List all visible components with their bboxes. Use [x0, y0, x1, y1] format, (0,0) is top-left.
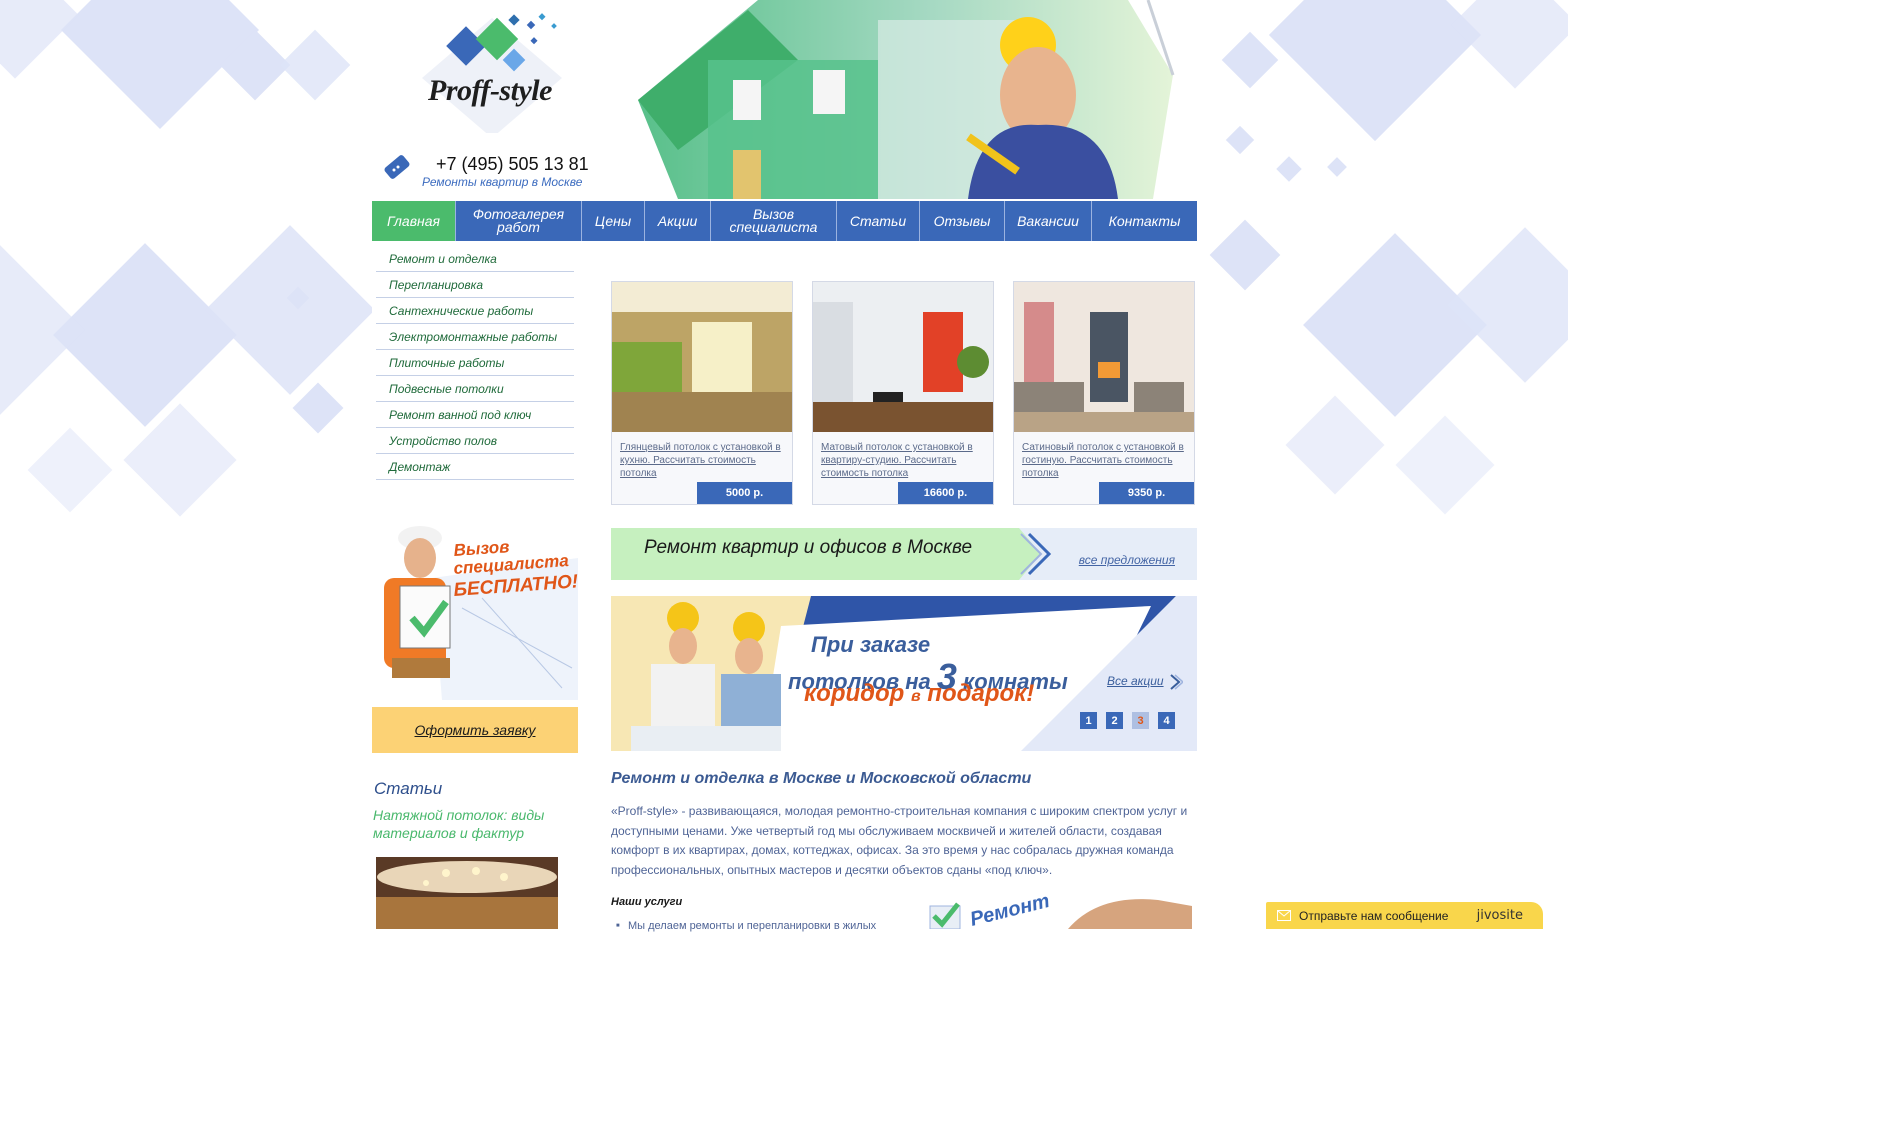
nav-item-articles[interactable]: Статьи: [837, 201, 920, 241]
service-list-item: Мы делаем ремонты и перепланировки в жил…: [616, 920, 876, 932]
product-card[interactable]: Матовый потолок с установкой в квартиру-…: [812, 281, 994, 505]
repair-label: Ремонт: [968, 892, 1052, 929]
card-image-studio: [813, 282, 993, 432]
specialist-promo[interactable]: Вызов специалиста БЕСПЛАТНО!: [372, 518, 578, 700]
product-card[interactable]: Глянцевый потолок с установкой в кухню. …: [611, 281, 793, 505]
all-offers-link[interactable]: все предложения: [1079, 553, 1175, 567]
promo-slider: При заказе потолков на 3 комнаты коридор…: [611, 596, 1197, 751]
logo-text: Proff-style: [428, 74, 552, 107]
nav-item-home[interactable]: Главная: [372, 201, 456, 241]
side-item-bathroom[interactable]: Ремонт ванной под ключ: [376, 402, 574, 428]
logo[interactable]: [412, 8, 572, 133]
main-heading: Ремонт и отделка в Москве и Московской о…: [611, 770, 1032, 787]
card-description[interactable]: Матовый потолок с установкой в квартиру-…: [821, 441, 989, 480]
slider-page-4[interactable]: 4: [1158, 712, 1175, 729]
side-item-ceilings[interactable]: Подвесные потолки: [376, 376, 574, 402]
hero-image: [638, 0, 1175, 199]
nav-item-prices[interactable]: Цены: [582, 201, 645, 241]
slide-line3: коридор в подарок!: [804, 680, 1035, 707]
slider-page-3[interactable]: 3: [1132, 712, 1149, 729]
side-item-replanning[interactable]: Перепланировка: [376, 272, 574, 298]
article-link[interactable]: Натяжной потолок: виды материалов и факт…: [373, 806, 573, 842]
card-description[interactable]: Глянцевый потолок с установкой в кухню. …: [620, 441, 788, 480]
repair-image: Ремонт: [929, 892, 1192, 929]
header-tagline: Ремонты квартир в Москве: [422, 175, 583, 189]
card-price: 9350 р.: [1099, 482, 1194, 504]
slider-pager: 1 2 3 4: [1080, 712, 1175, 729]
slider-page-2[interactable]: 2: [1106, 712, 1123, 729]
side-item-repair[interactable]: Ремонт и отделка: [376, 246, 574, 272]
main-paragraph: «Proff-style» - развивающаяся, молодая р…: [611, 804, 1188, 877]
nav-item-vacancies[interactable]: Вакансии: [1005, 201, 1092, 241]
main-nav: Главная Фотогалерея работ Цены Акции Выз…: [372, 201, 1197, 241]
nav-item-reviews[interactable]: Отзывы: [920, 201, 1005, 241]
card-description[interactable]: Сатиновый потолок с установкой в гостину…: [1022, 441, 1190, 480]
product-card[interactable]: Сатиновый потолок с установкой в гостину…: [1013, 281, 1195, 505]
all-promos-link[interactable]: Все акции: [1107, 674, 1164, 688]
offers-strip: Ремонт квартир и офисов в Москве все пре…: [611, 528, 1197, 580]
order-button[interactable]: Оформить заявку: [372, 707, 578, 753]
slide-line1: При заказе: [811, 632, 931, 657]
page-container: Proff-style +7 (495) 505 13 81 Ремонты к…: [372, 0, 1197, 932]
side-item-plumbing[interactable]: Сантехнические работы: [376, 298, 574, 324]
nav-item-promos[interactable]: Акции: [645, 201, 711, 241]
phone-icon: [384, 155, 410, 179]
card-price: 16600 р.: [898, 482, 993, 504]
article-image[interactable]: [376, 857, 558, 929]
nav-item-contacts[interactable]: Контакты: [1092, 201, 1197, 241]
side-item-tiling[interactable]: Плиточные работы: [376, 350, 574, 376]
chat-label: Отправьте нам сообщение: [1299, 908, 1449, 923]
envelope-icon: [1277, 910, 1291, 921]
services-heading: Наши услуги: [611, 896, 683, 908]
side-item-demolition[interactable]: Демонтаж: [376, 454, 574, 480]
chat-brand: jivosite: [1476, 908, 1523, 923]
chevron-right-icon: [1170, 674, 1183, 690]
phone-number: +7 (495) 505 13 81: [436, 154, 589, 174]
nav-item-gallery[interactable]: Фотогалерея работ: [456, 201, 582, 241]
chat-widget[interactable]: Отправьте нам сообщение jivosite: [1266, 902, 1543, 929]
side-menu: Ремонт и отделка Перепланировка Сантехни…: [376, 246, 574, 480]
articles-title: Статьи: [374, 779, 443, 798]
side-item-electrical[interactable]: Электромонтажные работы: [376, 324, 574, 350]
card-price: 5000 р.: [697, 482, 792, 504]
slider-page-1[interactable]: 1: [1080, 712, 1097, 729]
card-image-kitchen: [612, 282, 792, 432]
strip-title: Ремонт квартир и офисов в Москве: [644, 537, 973, 558]
card-image-living-room: [1014, 282, 1194, 432]
nav-item-call-specialist[interactable]: Вызов специалиста: [711, 201, 837, 241]
side-item-floors[interactable]: Устройство полов: [376, 428, 574, 454]
